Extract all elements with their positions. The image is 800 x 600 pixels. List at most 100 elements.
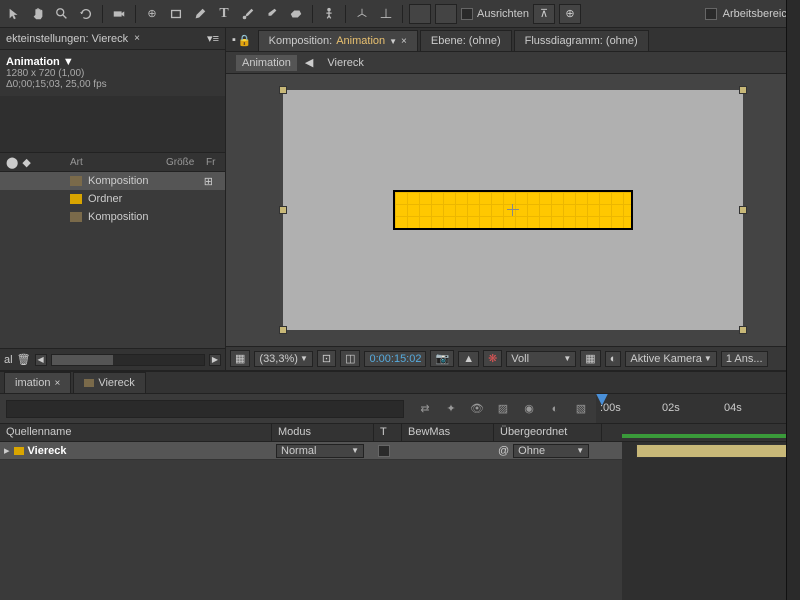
tab-composition[interactable]: Komposition: Animation ▼ × xyxy=(258,30,418,51)
project-row[interactable]: Komposition ⊞ xyxy=(0,172,225,190)
graph-editor-icon[interactable]: ▧ xyxy=(572,400,590,418)
shy-icon[interactable]: 👁 xyxy=(468,400,486,418)
brush-tool-icon[interactable] xyxy=(238,4,258,24)
channel-icon[interactable]: ▲ xyxy=(458,351,479,367)
trkmat-toggle[interactable] xyxy=(378,445,390,457)
layer-name[interactable]: Viereck xyxy=(28,445,67,457)
label-icon[interactable]: ◆ xyxy=(22,156,30,169)
timecode[interactable]: 0:00:15:02 xyxy=(364,351,426,367)
timeline-search-input[interactable] xyxy=(6,400,404,418)
comp-title[interactable]: Animation ▼ xyxy=(6,56,219,68)
col-t[interactable]: T xyxy=(374,424,402,441)
col-size[interactable]: Größe xyxy=(160,157,200,168)
col-trkmat[interactable]: BewMas xyxy=(402,424,494,441)
col-fr[interactable]: Fr xyxy=(200,157,221,168)
roi-icon[interactable]: ◫ xyxy=(340,350,360,367)
twirl-icon[interactable]: ▸ xyxy=(4,444,10,457)
right-edge xyxy=(786,0,800,600)
col-parent[interactable]: Übergeordnet xyxy=(494,424,602,441)
viewer[interactable] xyxy=(226,74,800,346)
align-checkbox[interactable] xyxy=(461,8,473,20)
brainstorm-icon[interactable]: ◐ xyxy=(546,400,564,418)
anchor-tool-icon[interactable]: ⊕ xyxy=(142,4,162,24)
rect-tool-icon[interactable] xyxy=(166,4,186,24)
snapshot-icon[interactable]: 📷 xyxy=(430,350,454,367)
trash-icon[interactable]: 🗑 xyxy=(17,353,31,366)
guides-icon[interactable]: ▦ xyxy=(580,350,600,367)
project-row[interactable]: Komposition xyxy=(0,208,225,226)
panel-close-icon[interactable]: × xyxy=(134,33,140,44)
scroll-right-icon[interactable]: ▶ xyxy=(209,354,221,366)
color-mgmt-icon[interactable]: ❋ xyxy=(483,350,502,367)
zoom-dropdown[interactable]: (33,3%)▼ xyxy=(254,351,312,367)
rotate-tool-icon[interactable] xyxy=(76,4,96,24)
col-art[interactable]: Art xyxy=(64,157,160,168)
flowchart-icon[interactable]: ⊞ xyxy=(204,175,213,188)
comp-mini-flow-icon[interactable]: ⇄ xyxy=(416,400,434,418)
puppet-tool-icon[interactable] xyxy=(319,4,339,24)
handle-bl[interactable] xyxy=(279,326,287,334)
handle-br[interactable] xyxy=(739,326,747,334)
mask-icon[interactable]: ◐ xyxy=(605,351,622,367)
grid-toggle-icon[interactable]: ▦ xyxy=(230,350,250,367)
col-source[interactable]: Quellenname xyxy=(0,424,272,441)
pin-icon[interactable]: ▪ xyxy=(232,34,236,47)
toolbar-box-b[interactable] xyxy=(435,4,457,24)
col-mode[interactable]: Modus xyxy=(272,424,374,441)
close-icon[interactable]: × xyxy=(54,378,60,389)
parent-dropdown[interactable]: Ohne▼ xyxy=(513,444,589,458)
zoom-tool-icon[interactable] xyxy=(52,4,72,24)
work-area-bar[interactable] xyxy=(622,434,800,438)
snap-b-icon[interactable]: ⊕ xyxy=(559,4,581,24)
track-area[interactable] xyxy=(622,442,800,600)
project-row[interactable]: Ordner xyxy=(0,190,225,208)
chevron-down-icon[interactable]: ▼ xyxy=(389,37,397,46)
shape-viereck[interactable] xyxy=(393,190,633,230)
project-item-name: Komposition xyxy=(88,211,149,223)
resolution-dropdown[interactable]: Voll▼ xyxy=(506,351,576,367)
snap-a-icon[interactable]: ⊼ xyxy=(533,4,555,24)
blend-mode-dropdown[interactable]: Normal▼ xyxy=(276,444,364,458)
main-toolbar: ⊕ T Ausrichten ⊼ ⊕ Arbeitsbereich: xyxy=(0,0,800,28)
toolbar-box-a[interactable] xyxy=(409,4,431,24)
h-scrollbar[interactable] xyxy=(51,354,205,366)
breadcrumb-item[interactable]: Viereck xyxy=(321,55,369,71)
timeline-columns-header: Quellenname Modus T BewMas Übergeordnet xyxy=(0,424,800,442)
tab-layer[interactable]: Ebene: (ohne) xyxy=(420,30,512,51)
lock-icon[interactable]: 🔒 xyxy=(238,34,252,47)
resolution-icon[interactable]: ⊡ xyxy=(317,350,336,367)
layer-bar[interactable] xyxy=(636,444,800,458)
draft3d-icon[interactable]: ✦ xyxy=(442,400,460,418)
text-tool-icon[interactable]: T xyxy=(214,4,234,24)
workspace-checkbox[interactable] xyxy=(705,8,717,20)
tab-flowchart[interactable]: Flussdiagramm: (ohne) xyxy=(514,30,649,51)
pickwhip-icon[interactable]: @ xyxy=(498,445,509,457)
breadcrumb: Animation ◀ Viereck xyxy=(226,52,800,74)
panel-flyout-icon[interactable]: ▾≡ xyxy=(207,32,219,45)
handle-tl[interactable] xyxy=(279,86,287,94)
motion-blur-icon[interactable]: ◉ xyxy=(520,400,538,418)
timeline-tab[interactable]: Viereck xyxy=(73,372,145,393)
tag-icon[interactable]: ⬤ xyxy=(6,156,18,169)
close-icon[interactable]: × xyxy=(401,36,407,47)
clone-tool-icon[interactable] xyxy=(262,4,282,24)
scroll-left-icon[interactable]: ◀ xyxy=(35,354,47,366)
hand-tool-icon[interactable] xyxy=(28,4,48,24)
world-axis-icon[interactable] xyxy=(376,4,396,24)
time-ruler[interactable]: :00s 02s 04s xyxy=(596,394,800,424)
local-axis-icon[interactable] xyxy=(352,4,372,24)
eraser-tool-icon[interactable] xyxy=(286,4,306,24)
pen-tool-icon[interactable] xyxy=(190,4,210,24)
frame-blend-icon[interactable]: ▨ xyxy=(494,400,512,418)
timeline-tab[interactable]: imation× xyxy=(4,372,71,393)
camera-tool-icon[interactable] xyxy=(109,4,129,24)
breadcrumb-item[interactable]: Animation xyxy=(236,55,297,71)
selection-tool-icon[interactable] xyxy=(4,4,24,24)
handle-tr[interactable] xyxy=(739,86,747,94)
anchor-point-icon[interactable] xyxy=(507,204,519,216)
camera-dropdown[interactable]: Aktive Kamera▼ xyxy=(625,351,716,367)
handle-r[interactable] xyxy=(739,206,747,214)
handle-l[interactable] xyxy=(279,206,287,214)
composition-canvas[interactable] xyxy=(283,90,743,330)
views-dropdown[interactable]: 1 Ans... xyxy=(721,351,768,367)
